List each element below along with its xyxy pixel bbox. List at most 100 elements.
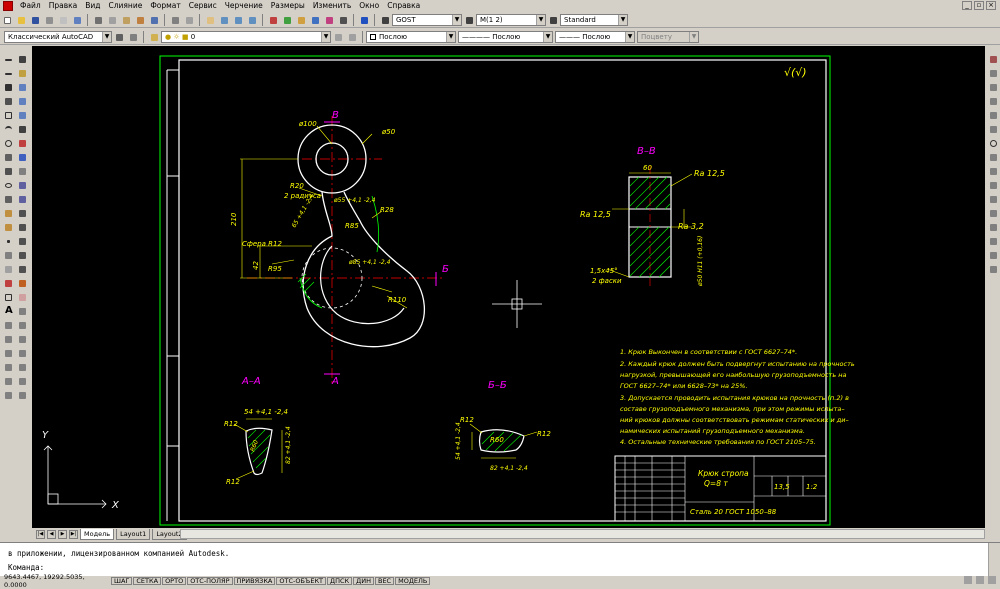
menu-tools[interactable]: Сервис — [185, 0, 221, 12]
ellipse-arc-icon[interactable] — [2, 193, 14, 205]
move2-icon[interactable] — [16, 123, 28, 135]
dim-angular-icon[interactable] — [2, 361, 14, 373]
tab-last-icon[interactable]: ▶| — [69, 529, 78, 539]
comm-center-icon[interactable] — [964, 576, 972, 584]
region-icon[interactable] — [2, 277, 14, 289]
tab-next-icon[interactable]: ▶ — [58, 529, 67, 539]
make-block-icon[interactable] — [2, 221, 14, 233]
copy-icon[interactable] — [106, 14, 118, 26]
point-icon[interactable] — [2, 235, 14, 247]
dim-diameter-icon[interactable] — [16, 347, 28, 359]
snap-tangent-icon[interactable] — [987, 165, 999, 177]
circle-icon[interactable] — [2, 137, 14, 149]
construction-line-icon[interactable] — [2, 67, 14, 79]
dim-style-select[interactable]: M(1 2) ▼ — [476, 13, 546, 26]
trim-icon[interactable] — [16, 179, 28, 191]
polygon-icon[interactable] — [2, 95, 14, 107]
color-select[interactable]: Послою ▼ — [366, 30, 456, 43]
help-icon[interactable] — [358, 14, 370, 26]
tray-settings-icon[interactable] — [988, 576, 996, 584]
dim-linear-icon[interactable] — [16, 305, 28, 317]
mirror-icon[interactable] — [16, 81, 28, 93]
spline-icon[interactable] — [2, 165, 14, 177]
snap-endpoint-icon[interactable] — [987, 67, 999, 79]
new-icon[interactable] — [1, 14, 13, 26]
text-style-icon[interactable] — [379, 14, 391, 26]
snap-none-icon[interactable] — [987, 249, 999, 261]
command-scrollbar[interactable] — [988, 543, 1000, 577]
toggle-model[interactable]: МОДЕЛЬ — [395, 576, 431, 585]
snap-extension-icon[interactable] — [987, 123, 999, 135]
toggle-lwt[interactable]: ВЕС — [374, 576, 395, 585]
hatch-icon[interactable] — [2, 249, 14, 261]
make-current-layer-icon[interactable] — [332, 31, 344, 43]
menu-format[interactable]: Формат — [146, 0, 184, 12]
preview-icon[interactable] — [57, 14, 69, 26]
zoom-realtime-icon[interactable] — [218, 14, 230, 26]
undo-icon[interactable] — [169, 14, 181, 26]
array-icon[interactable] — [16, 109, 28, 121]
menu-file[interactable]: Файл — [16, 0, 45, 12]
arc-icon[interactable] — [2, 123, 14, 135]
app-icon[interactable] — [3, 1, 13, 11]
sheet-set-icon[interactable] — [309, 14, 321, 26]
move-icon[interactable] — [16, 53, 28, 65]
extend-icon[interactable] — [16, 193, 28, 205]
snap-perpendicular-icon[interactable] — [987, 179, 999, 191]
restore-icon[interactable]: ▫ — [974, 1, 984, 10]
snap-midpoint-icon[interactable] — [987, 81, 999, 93]
offset-icon[interactable] — [16, 95, 28, 107]
toggle-snap[interactable]: ШАГ — [111, 576, 133, 585]
revcloud-icon[interactable] — [2, 151, 14, 163]
ellipse-icon[interactable] — [2, 179, 14, 191]
snap-apparent-icon[interactable] — [987, 109, 999, 121]
snap-parallel-icon[interactable] — [987, 193, 999, 205]
cut-icon[interactable] — [92, 14, 104, 26]
menu-merge[interactable]: Слияние — [105, 0, 147, 12]
break-icon[interactable] — [16, 221, 28, 233]
dim-ordinate-icon[interactable] — [2, 333, 14, 345]
toggle-ortho[interactable]: ОРТО — [162, 576, 187, 585]
lineweight-select[interactable]: ——— Послою ▼ — [555, 30, 635, 43]
dim-jogged-icon[interactable] — [2, 347, 14, 359]
table-style-select[interactable]: Standard ▼ — [560, 13, 628, 26]
design-center-icon[interactable] — [281, 14, 293, 26]
toggle-ducs[interactable]: ДПСК — [327, 576, 353, 585]
snap-center-icon[interactable] — [987, 137, 999, 149]
dim-aligned-icon[interactable] — [2, 319, 14, 331]
quick-leader-icon[interactable] — [2, 389, 14, 401]
match-prop-icon[interactable] — [134, 14, 146, 26]
gradient-icon[interactable] — [2, 263, 14, 275]
drawing-area[interactable]: √(√) В А Б ø100 ø50 R20 2 радиуса ø55 +4… — [32, 46, 985, 528]
horizontal-scrollbar[interactable] — [180, 529, 985, 539]
snap-node-icon[interactable] — [987, 221, 999, 233]
minimize-icon[interactable]: _ — [962, 1, 972, 10]
menu-view[interactable]: Вид — [81, 0, 104, 12]
rectangle-icon[interactable] — [2, 109, 14, 121]
copy-object-icon[interactable] — [16, 67, 28, 79]
snap-quadrant-icon[interactable] — [987, 151, 999, 163]
workspace-settings-icon[interactable] — [113, 31, 125, 43]
menu-window[interactable]: Окно — [355, 0, 383, 12]
close-icon[interactable]: × — [986, 1, 996, 10]
save-icon[interactable] — [29, 14, 41, 26]
redo-icon[interactable] — [183, 14, 195, 26]
command-prompt[interactable]: Команда: — [8, 563, 44, 572]
layer-previous-icon[interactable] — [346, 31, 358, 43]
dim-arc-icon[interactable] — [16, 319, 28, 331]
tab-prev-icon[interactable]: ◀ — [47, 529, 56, 539]
pan-icon[interactable] — [204, 14, 216, 26]
layer-select[interactable]: ● ☼ ■ 0 ▼ — [161, 30, 331, 43]
my-workspace-icon[interactable] — [127, 31, 139, 43]
publish-icon[interactable] — [71, 14, 83, 26]
menu-modify[interactable]: Изменить — [309, 0, 355, 12]
table-style-icon[interactable] — [547, 14, 559, 26]
toggle-grid[interactable]: СЕТКА — [133, 576, 162, 585]
toggle-dyn[interactable]: ДИН — [353, 576, 374, 585]
plot-icon[interactable] — [43, 14, 55, 26]
menu-dimension[interactable]: Размеры — [267, 0, 309, 12]
tab-first-icon[interactable]: |◀ — [36, 529, 45, 539]
fillet-icon[interactable] — [16, 263, 28, 275]
tool-palettes-icon[interactable] — [295, 14, 307, 26]
erase-icon[interactable] — [16, 291, 28, 303]
